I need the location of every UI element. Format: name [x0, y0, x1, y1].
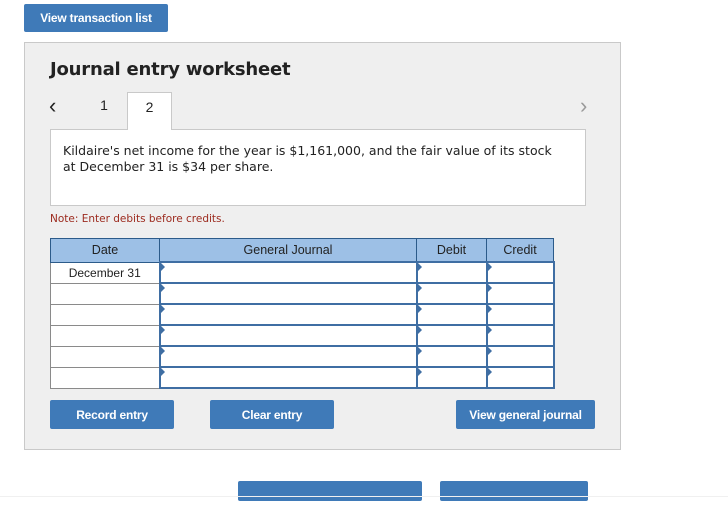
header-credit: Credit	[486, 238, 554, 263]
credit-input[interactable]	[485, 261, 555, 284]
table-row: December 31	[50, 261, 555, 284]
next-page-button[interactable]	[440, 481, 588, 501]
description-line-1: Kildaire's net income for the year is $1…	[63, 143, 552, 158]
credit-input[interactable]	[485, 345, 555, 368]
table-row	[50, 324, 555, 347]
debit-input[interactable]	[415, 345, 488, 368]
previous-page-button[interactable]	[238, 481, 422, 501]
date-cell[interactable]	[50, 345, 160, 368]
table-row	[50, 282, 555, 305]
header-general-journal: General Journal	[159, 238, 417, 263]
credit-input[interactable]	[485, 366, 555, 389]
journal-input[interactable]	[158, 366, 418, 389]
description-line-2: at December 31 is $34 per share.	[63, 159, 274, 174]
view-transaction-list-button[interactable]: View transaction list	[24, 4, 168, 32]
journal-table: Date General Journal Debit Credit Decemb…	[50, 238, 555, 389]
date-cell[interactable]	[50, 324, 160, 347]
entry-note: Note: Enter debits before credits.	[50, 213, 225, 225]
page-divider	[0, 496, 728, 497]
journal-input[interactable]	[158, 261, 418, 284]
credit-input[interactable]	[485, 303, 555, 326]
chevron-right-icon[interactable]: ›	[580, 93, 587, 119]
journal-input[interactable]	[158, 303, 418, 326]
table-row	[50, 366, 555, 389]
debit-input[interactable]	[415, 324, 488, 347]
tab-2[interactable]: 2	[127, 92, 172, 130]
table-row	[50, 303, 555, 326]
date-cell[interactable]: December 31	[50, 261, 160, 284]
header-debit: Debit	[416, 238, 487, 263]
transaction-description: Kildaire's net income for the year is $1…	[50, 129, 586, 206]
credit-input[interactable]	[485, 324, 555, 347]
clear-entry-button[interactable]: Clear entry	[210, 400, 334, 429]
table-row	[50, 345, 555, 368]
journal-input[interactable]	[158, 324, 418, 347]
debit-input[interactable]	[415, 282, 488, 305]
chevron-left-icon[interactable]: ‹	[49, 93, 56, 119]
table-header-row: Date General Journal Debit Credit	[50, 238, 554, 263]
worksheet-title: Journal entry worksheet	[50, 59, 291, 80]
journal-input[interactable]	[158, 345, 418, 368]
header-date: Date	[50, 238, 160, 263]
date-cell[interactable]	[50, 303, 160, 326]
record-entry-button[interactable]: Record entry	[50, 400, 174, 429]
debit-input[interactable]	[415, 303, 488, 326]
debit-input[interactable]	[415, 261, 488, 284]
debit-input[interactable]	[415, 366, 488, 389]
journal-input[interactable]	[158, 282, 418, 305]
view-general-journal-button[interactable]: View general journal	[456, 400, 595, 429]
credit-input[interactable]	[485, 282, 555, 305]
date-cell[interactable]	[50, 282, 160, 305]
tab-1[interactable]: 1	[94, 97, 114, 113]
date-cell[interactable]	[50, 366, 160, 389]
